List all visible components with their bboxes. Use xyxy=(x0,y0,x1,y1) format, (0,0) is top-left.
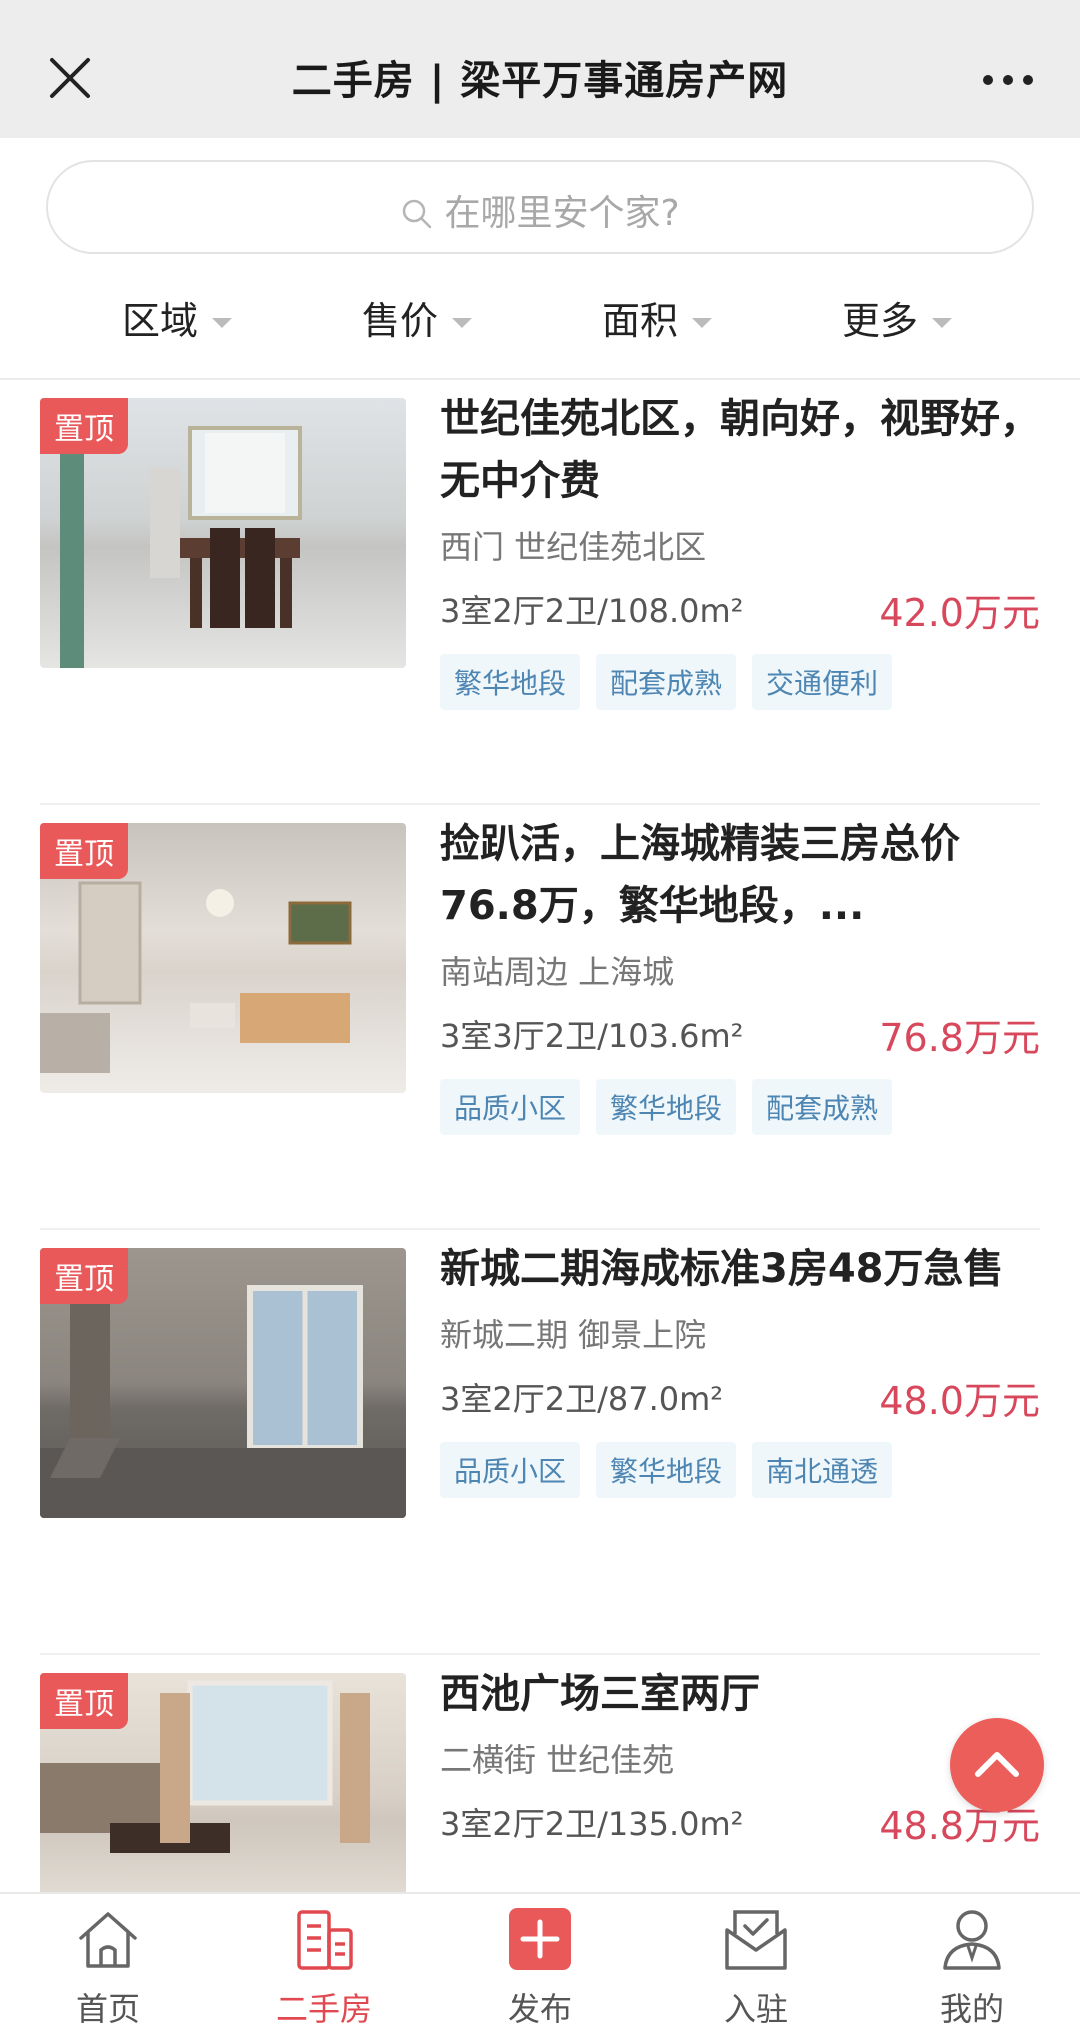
pinned-badge: 置顶 xyxy=(40,1248,128,1304)
listing-location: 西门 世纪佳苑北区 xyxy=(440,528,707,566)
search-placeholder: 在哪里安个家? xyxy=(444,193,680,234)
listing-location: 新城二期 御景上院 xyxy=(440,1316,707,1354)
nav-second-hand[interactable]: 二手房 xyxy=(224,1904,424,2025)
listing-item[interactable]: 置顶 捡趴活，上海城精装三房总价76.8万，繁华地段，... 南站周边 上海城 … xyxy=(40,805,1040,1230)
listing-spec: 3室2厅2卫/135.0m² xyxy=(440,1805,744,1843)
listing-title: 世纪佳苑北区，朝向好，视野好，无中介费 xyxy=(440,396,1040,504)
pinned-badge: 置顶 xyxy=(40,398,128,454)
listing-price: 42.0万元 xyxy=(879,591,1040,635)
home-icon xyxy=(79,1912,137,1968)
listing-list: 置顶 世纪佳苑北区，朝向好，视野好，无中介费 西门 世纪佳苑北区 3室2厅2卫/… xyxy=(0,380,1080,1892)
filter-price[interactable]: 售价 xyxy=(362,290,473,345)
top-bar: 二手房 | 梁平万事通房产网 xyxy=(0,0,1080,138)
nav-home[interactable]: 首页 xyxy=(8,1904,208,2025)
filter-size[interactable]: 面积 xyxy=(602,290,713,345)
listing-item[interactable]: 置顶 西池广场三室两厅 二横街 世纪佳苑 3室2厅2卫/135.0m² 48.8万… xyxy=(40,1655,1040,1892)
listing-tag: 繁华地段 xyxy=(596,1442,737,1498)
nav-publish[interactable]: 发布 xyxy=(440,1904,640,2025)
listing-photo: 置顶 xyxy=(40,823,406,1093)
listing-title: 西池广场三室两厅 xyxy=(440,1671,760,1717)
filter-bar: 区域 售价 面积 更多 xyxy=(0,280,1080,380)
caret-down-icon xyxy=(932,318,953,328)
listing-photo: 置顶 xyxy=(40,398,406,668)
listing-tag: 品质小区 xyxy=(440,1079,581,1135)
listing-spec: 3室2厅2卫/87.0m² xyxy=(440,1380,724,1418)
plus-icon xyxy=(509,1908,571,1970)
listing-tag: 配套成熟 xyxy=(752,1079,893,1135)
listing-item[interactable]: 置顶 世纪佳苑北区，朝向好，视野好，无中介费 西门 世纪佳苑北区 3室2厅2卫/… xyxy=(40,380,1040,805)
building-icon xyxy=(297,1910,353,1970)
bottom-nav: 首页 二手房 发布 入驻 我的 xyxy=(0,1892,1080,2025)
caret-down-icon xyxy=(212,318,233,328)
pinned-badge: 置顶 xyxy=(40,1673,128,1729)
listing-tag: 繁华地段 xyxy=(596,1079,737,1135)
listing-title: 捡趴活，上海城精装三房总价76.8万，繁华地段，... xyxy=(440,821,960,929)
caret-down-icon xyxy=(452,318,473,328)
nav-join[interactable]: 入驻 xyxy=(656,1904,856,2025)
back-to-top-button[interactable] xyxy=(950,1718,1044,1812)
search-bar[interactable]: 在哪里安个家? xyxy=(46,160,1034,254)
listing-tag: 交通便利 xyxy=(752,654,893,710)
listing-price: 48.0万元 xyxy=(879,1379,1040,1423)
listing-price: 76.8万元 xyxy=(879,1016,1040,1060)
pinned-badge: 置顶 xyxy=(40,823,128,879)
chevron-up-icon xyxy=(975,1752,1019,1777)
filter-area[interactable]: 区域 xyxy=(122,290,233,345)
listing-tag: 配套成熟 xyxy=(596,654,737,710)
listing-spec: 3室2厅2卫/108.0m² xyxy=(440,592,744,630)
filter-more[interactable]: 更多 xyxy=(842,290,953,345)
listing-photo: 置顶 xyxy=(40,1673,406,1892)
listing-spec: 3室3厅2卫/103.6m² xyxy=(440,1017,744,1055)
listing-photo: 置顶 xyxy=(40,1248,406,1518)
person-icon xyxy=(943,1910,1001,1970)
listing-title: 新城二期海成标准3房48万急售 xyxy=(440,1246,1004,1292)
listing-tag: 南北通透 xyxy=(752,1442,893,1498)
listing-location: 南站周边 上海城 xyxy=(440,953,675,991)
page-title: 二手房 | 梁平万事通房产网 xyxy=(291,58,789,104)
listing-tag: 繁华地段 xyxy=(440,654,581,710)
listing-item[interactable]: 置顶 新城二期海成标准3房48万急售 新城二期 御景上院 3室2厅2卫/87.0… xyxy=(40,1230,1040,1655)
mail-check-icon xyxy=(725,1910,787,1970)
search-icon xyxy=(403,199,432,229)
listing-tag: 品质小区 xyxy=(440,1442,581,1498)
caret-down-icon xyxy=(692,318,713,328)
nav-mine[interactable]: 我的 xyxy=(872,1904,1072,2025)
more-icon[interactable] xyxy=(980,60,1036,100)
